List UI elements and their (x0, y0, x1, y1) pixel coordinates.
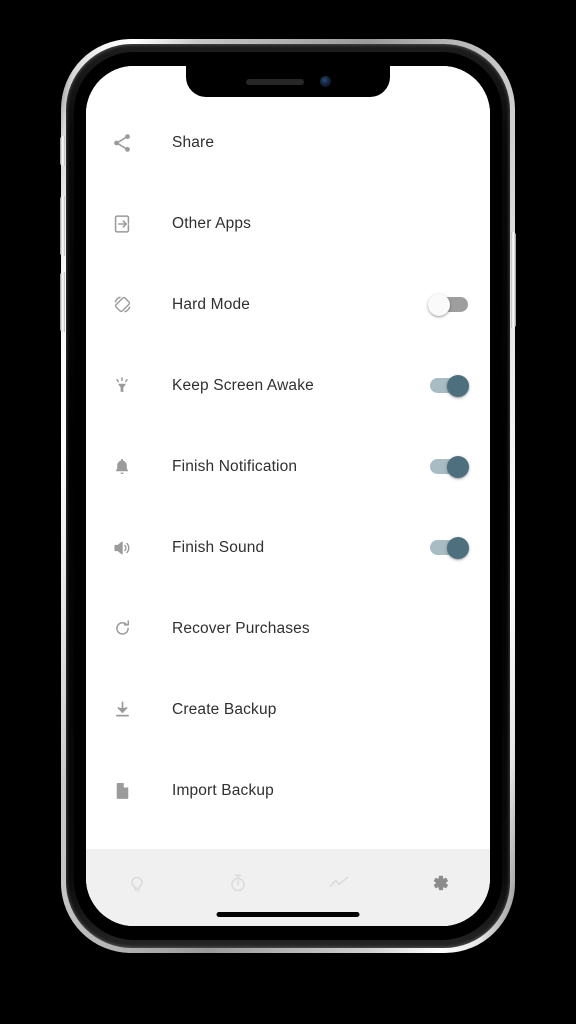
toggle-knob (447, 455, 469, 478)
phone-screen: Share Other Apps Hard Mode Keep Screen A… (86, 66, 490, 926)
stopwatch-icon (227, 872, 249, 894)
settings-row-label: Import Backup (172, 781, 274, 799)
settings-row-finish-notification[interactable]: Finish Notification (86, 426, 490, 507)
screenshot-root: Share Other Apps Hard Mode Keep Screen A… (0, 0, 576, 1024)
speaker-grille-icon (245, 78, 304, 85)
download-icon (100, 699, 144, 720)
settings-row-label: Share (172, 133, 215, 151)
settings-row-label: Other Apps (172, 214, 252, 232)
settings-row-share[interactable]: Share (86, 102, 490, 183)
screen-rotation-icon (100, 293, 144, 316)
settings-row-create-backup[interactable]: Create Backup (86, 669, 490, 750)
finish-sound-toggle[interactable] (430, 536, 469, 559)
toggle-knob (447, 536, 469, 559)
tab-ideas[interactable] (86, 865, 187, 901)
settings-row-label: Hard Mode (172, 295, 251, 313)
bell-icon (100, 456, 144, 478)
settings-row-label: Create Backup (172, 700, 277, 718)
settings-row-label: Finish Notification (172, 457, 298, 475)
settings-screen: Share Other Apps Hard Mode Keep Screen A… (86, 66, 490, 926)
home-indicator[interactable] (216, 912, 360, 917)
hard-mode-toggle[interactable] (428, 293, 468, 316)
settings-list: Share Other Apps Hard Mode Keep Screen A… (86, 66, 490, 849)
settings-row-recover-purchases[interactable]: Recover Purchases (86, 588, 490, 669)
settings-row-finish-sound[interactable]: Finish Sound (86, 507, 490, 588)
front-camera-icon (319, 76, 331, 87)
settings-row-label: Keep Screen Awake (172, 376, 314, 394)
volume-up-button[interactable] (60, 196, 65, 256)
keep-screen-awake-toggle[interactable] (430, 374, 469, 397)
settings-row-label: Recover Purchases (172, 619, 310, 637)
tab-timer[interactable] (187, 865, 288, 901)
settings-row-import-backup[interactable]: Import Backup (86, 750, 490, 831)
brightness-icon (100, 375, 144, 397)
settings-row-label: Finish Sound (172, 538, 265, 556)
finish-notification-toggle[interactable] (430, 455, 469, 478)
settings-row-other-apps[interactable]: Other Apps (86, 183, 490, 264)
toggle-knob (428, 293, 450, 316)
power-button[interactable] (511, 232, 516, 328)
volume-icon (100, 537, 144, 559)
tab-stats[interactable] (288, 865, 389, 901)
tab-settings[interactable] (389, 865, 490, 901)
notch (186, 66, 390, 97)
lightbulb-icon (126, 872, 148, 894)
toggle-knob (447, 374, 469, 397)
gear-icon (429, 872, 451, 894)
trending-icon (327, 871, 351, 895)
settings-row-keep-screen-awake[interactable]: Keep Screen Awake (86, 345, 490, 426)
open-in-app-icon (100, 213, 144, 235)
share-icon (100, 132, 144, 154)
settings-row-hard-mode[interactable]: Hard Mode (86, 264, 490, 345)
refresh-icon (100, 618, 144, 639)
document-icon (100, 780, 144, 801)
silent-switch-button[interactable] (60, 136, 65, 166)
volume-down-button[interactable] (60, 272, 65, 332)
